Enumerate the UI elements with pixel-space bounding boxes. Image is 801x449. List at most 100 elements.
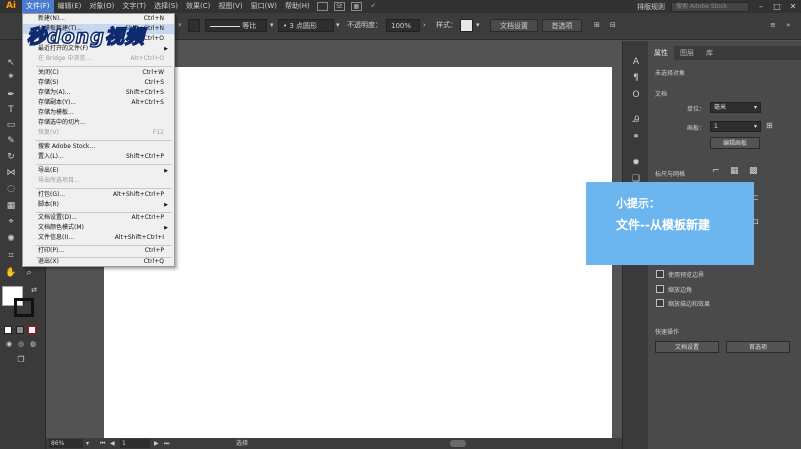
stock-search-input[interactable]: 搜索 Adobe Stock xyxy=(671,1,749,12)
bridge-icon[interactable] xyxy=(316,2,328,11)
glyphs-panel-icon[interactable]: Ꭿ xyxy=(630,114,642,126)
type-tool-icon[interactable]: T xyxy=(4,104,18,116)
artboard-select[interactable]: 1 ▾ xyxy=(710,121,761,132)
draw-inside-icon[interactable]: ◍ xyxy=(26,338,40,350)
menu-icon[interactable]: ≡ xyxy=(770,19,776,32)
menu-item-new[interactable]: 新建(N)... Ctrl+N xyxy=(23,14,174,24)
menu-item-save-slices[interactable]: 存储选中的切片... xyxy=(23,118,174,128)
zoom-level-input[interactable]: 86% xyxy=(49,439,83,448)
opentype-panel-icon[interactable]: O xyxy=(630,89,642,101)
tab-layers[interactable]: 图层 xyxy=(674,46,700,60)
stroke-weight-box[interactable] xyxy=(188,19,200,32)
layout-grid-icon[interactable]: ▦ xyxy=(350,2,362,11)
scale-strokes-checkbox[interactable] xyxy=(656,299,664,307)
unit-select[interactable]: 毫米 ▾ xyxy=(710,102,761,113)
menu-select[interactable]: 选择(S) xyxy=(150,0,182,13)
menu-item-save-copy[interactable]: 存储副本(Y)... Alt+Ctrl+S xyxy=(23,98,174,108)
transparency-grid-icon[interactable]: ▩ xyxy=(749,166,758,176)
last-artboard-icon[interactable]: ⏭ xyxy=(164,438,169,449)
brush-select[interactable]: • 3 点圆形 xyxy=(278,19,334,32)
quick-doc-setup-button[interactable]: 文档设置 xyxy=(655,341,719,353)
menu-item-document-setup[interactable]: 文档设置(D)... Alt+Ctrl+P xyxy=(23,213,174,223)
slice-tool-icon[interactable]: ⌗ xyxy=(4,250,18,262)
edit-artboard-button[interactable]: 编辑画板 xyxy=(710,137,760,149)
menu-item-print[interactable]: 打印(P)... Ctrl+P xyxy=(23,246,174,256)
color-mode-icon[interactable] xyxy=(4,326,12,334)
minimize-icon[interactable]: – xyxy=(753,2,769,11)
menu-window[interactable]: 窗口(W) xyxy=(247,0,281,13)
align-icon[interactable]: ⊞ xyxy=(594,19,600,32)
swap-colors-icon[interactable]: ⇄ xyxy=(27,284,41,296)
quick-prefs-button[interactable]: 首选项 xyxy=(726,341,790,353)
tab-properties[interactable]: 属性 xyxy=(648,46,674,60)
chevron-right-icon[interactable]: › xyxy=(423,19,426,32)
use-preview-bounds-checkbox[interactable] xyxy=(656,270,664,278)
rulers-icon[interactable]: ⌐ xyxy=(712,166,720,176)
chevron-down-icon[interactable]: ▾ xyxy=(476,19,480,32)
eyedropper-icon[interactable]: ⌖ xyxy=(4,216,18,228)
menu-item-export[interactable]: 导出(E) ▶ xyxy=(23,166,174,176)
menu-item-color-mode[interactable]: 文档颜色模式(M) ▶ xyxy=(23,223,174,233)
menu-item-save-as[interactable]: 存储为(A)... Shift+Ctrl+S xyxy=(23,88,174,98)
tab-libraries[interactable]: 库 xyxy=(700,46,719,60)
menu-item-scripts[interactable]: 脚本(R) ▶ xyxy=(23,200,174,210)
opacity-input[interactable]: 100% xyxy=(386,19,420,32)
menu-item-save[interactable]: 存储(S) Ctrl+S xyxy=(23,78,174,88)
artboard-options-icon[interactable]: ⊞ xyxy=(766,121,773,130)
prev-artboard-icon[interactable]: ◀ xyxy=(110,438,115,449)
none-mode-icon[interactable] xyxy=(28,326,36,334)
magic-wand-icon[interactable]: ✴ xyxy=(4,71,18,83)
next-artboard-icon[interactable]: ▶ xyxy=(154,438,159,449)
chevron-down-icon[interactable]: ▾ xyxy=(270,19,274,32)
hand-tool-icon[interactable]: ✋ xyxy=(4,267,18,279)
scale-corners-checkbox[interactable] xyxy=(656,285,664,293)
perspective-grid-icon[interactable]: ▦ xyxy=(4,200,18,212)
artboard[interactable] xyxy=(104,67,612,438)
menu-edit[interactable]: 编辑(E) xyxy=(54,0,86,13)
menu-item-close[interactable]: 关闭(C) Ctrl+W xyxy=(23,68,174,78)
menu-item-search-stock[interactable]: 搜索 Adobe Stock... xyxy=(23,142,174,152)
menu-file[interactable]: 文件(F) xyxy=(22,0,54,13)
panel-chevron-icon[interactable]: » xyxy=(786,19,790,32)
menu-object[interactable]: 对象(O) xyxy=(85,0,118,13)
menu-item-save-template[interactable]: 存储为模板... xyxy=(23,108,174,118)
close-icon[interactable]: ✕ xyxy=(785,2,801,11)
zoom-tool-icon[interactable]: ⌕ xyxy=(22,267,36,279)
screen-mode-icon[interactable]: ❐ xyxy=(14,354,28,366)
stroke-profile-select[interactable]: 等比 xyxy=(205,19,267,32)
chevron-down-icon[interactable]: ▾ xyxy=(336,19,340,32)
prefs-button[interactable]: 首选项 xyxy=(542,19,582,32)
links-panel-icon[interactable]: ⚭ xyxy=(630,131,642,143)
first-artboard-icon[interactable]: ⏮ xyxy=(100,438,105,449)
menu-item-place[interactable]: 置入(L)... Shift+Ctrl+P xyxy=(23,152,174,162)
chevron-down-icon[interactable]: ▾ xyxy=(86,438,89,449)
menu-help[interactable]: 帮助(H) xyxy=(281,0,314,13)
artboard-number-input[interactable]: 1 xyxy=(120,439,150,448)
menu-view[interactable]: 视图(V) xyxy=(214,0,246,13)
doc-setup-button[interactable]: 文档设置 xyxy=(490,19,538,32)
width-tool-icon[interactable]: ⋈ xyxy=(4,167,18,179)
menu-item-package[interactable]: 打包(G)... Alt+Shift+Ctrl+P xyxy=(23,190,174,200)
style-swatch[interactable] xyxy=(460,19,473,32)
grid-icon[interactable]: ▦ xyxy=(730,166,739,176)
menu-item-exit[interactable]: 退出(X) Ctrl+Q xyxy=(23,257,174,267)
pencil-tool-icon[interactable]: ✎ xyxy=(4,135,18,147)
menu-effect[interactable]: 效果(C) xyxy=(182,0,214,13)
transform-icon[interactable]: ⊟ xyxy=(610,19,616,32)
stroke-color-swatch[interactable] xyxy=(14,298,34,317)
rectangle-tool-icon[interactable]: ▭ xyxy=(4,119,18,131)
paragraph-panel-icon[interactable]: ¶ xyxy=(630,72,642,84)
appearance-panel-icon[interactable]: ✹ xyxy=(630,157,642,169)
stock-icon[interactable]: St xyxy=(333,2,345,11)
shape-builder-icon[interactable]: ◌ xyxy=(4,183,18,195)
symbol-sprayer-icon[interactable]: ✺ xyxy=(4,233,18,245)
maximize-icon[interactable]: □ xyxy=(769,2,785,11)
character-panel-icon[interactable]: A xyxy=(630,56,642,68)
gradient-mode-icon[interactable] xyxy=(16,326,24,334)
rotate-tool-icon[interactable]: ↻ xyxy=(4,151,18,163)
menu-item-file-info[interactable]: 文件信息(I)... Alt+Shift+Ctrl+I xyxy=(23,233,174,243)
selection-tool-icon[interactable]: ↖ xyxy=(4,57,18,69)
gpu-rocket-icon[interactable]: ➶ xyxy=(368,2,379,11)
chevron-down-icon[interactable]: ▾ xyxy=(178,19,182,32)
menu-type[interactable]: 文字(T) xyxy=(118,0,150,13)
